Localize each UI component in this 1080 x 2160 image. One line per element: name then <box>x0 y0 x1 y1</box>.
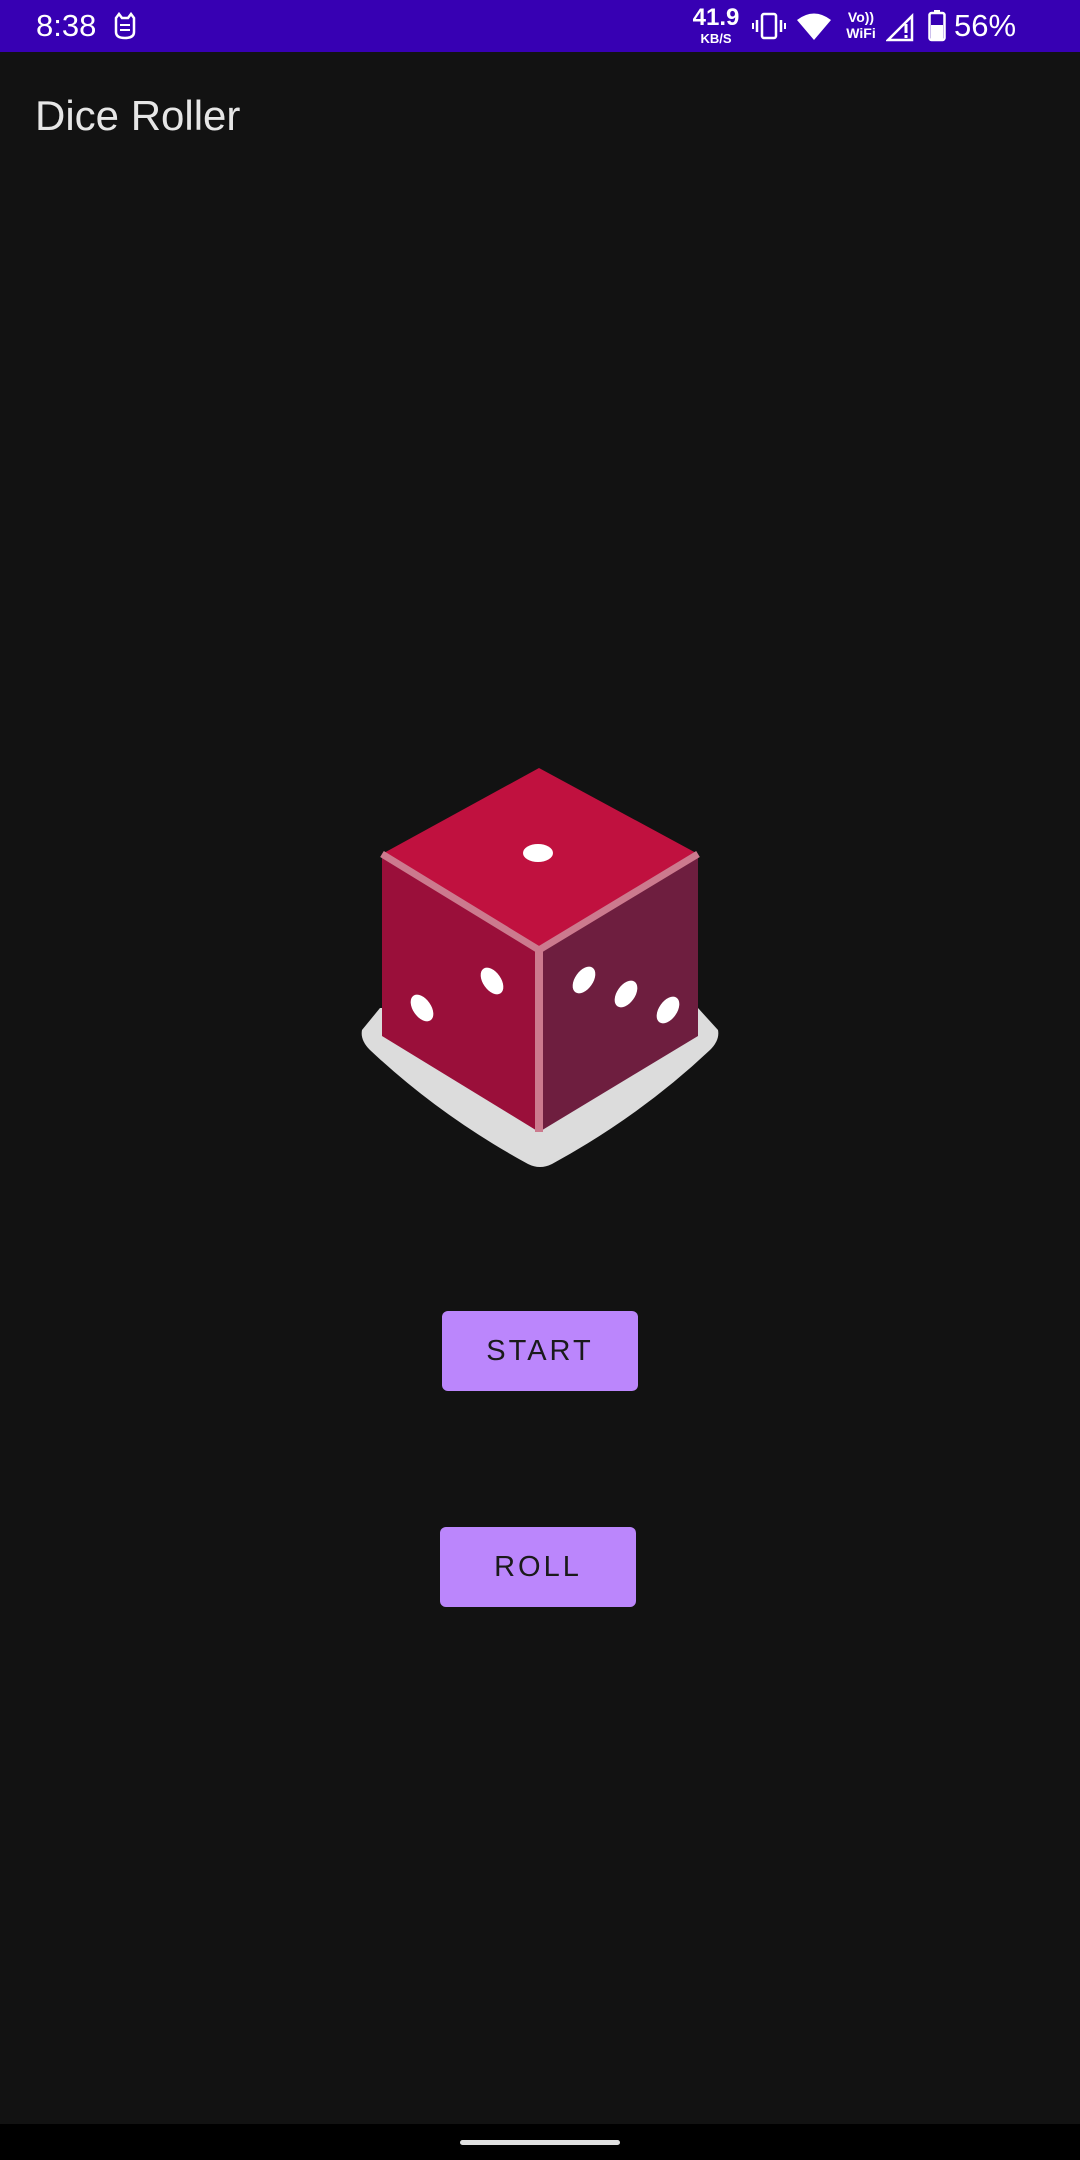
vibrate-icon <box>752 12 786 40</box>
wifi-icon <box>797 13 831 40</box>
network-speed-value: 41.9 <box>692 4 740 31</box>
network-speed-unit: KB/S <box>700 31 732 46</box>
cat-face-icon <box>114 12 136 40</box>
navigation-bar <box>0 2124 1080 2160</box>
top-pip <box>523 844 553 862</box>
home-indicator[interactable] <box>460 2140 620 2145</box>
screen: 8:38 41.9 KB/S Vo)) WiFi 56% Dice Roller… <box>0 0 1080 2160</box>
roll-button[interactable]: ROLL <box>440 1527 636 1607</box>
volte-line2: WiFi <box>846 25 876 41</box>
battery-icon <box>928 10 946 42</box>
status-time: 8:38 <box>36 8 97 43</box>
volte-wifi-label: Vo)) WiFi <box>842 9 880 41</box>
battery-percent: 56% <box>954 8 1017 43</box>
status-bar: 8:38 41.9 KB/S Vo)) WiFi 56% <box>0 0 1080 52</box>
network-speed: 41.9 KB/S <box>688 4 744 46</box>
app-title: Dice Roller <box>35 92 241 139</box>
signal-no-service-icon <box>886 12 914 42</box>
volte-line1: Vo)) <box>847 9 875 25</box>
start-button[interactable]: START <box>442 1311 638 1391</box>
dice-icon <box>361 768 719 1167</box>
